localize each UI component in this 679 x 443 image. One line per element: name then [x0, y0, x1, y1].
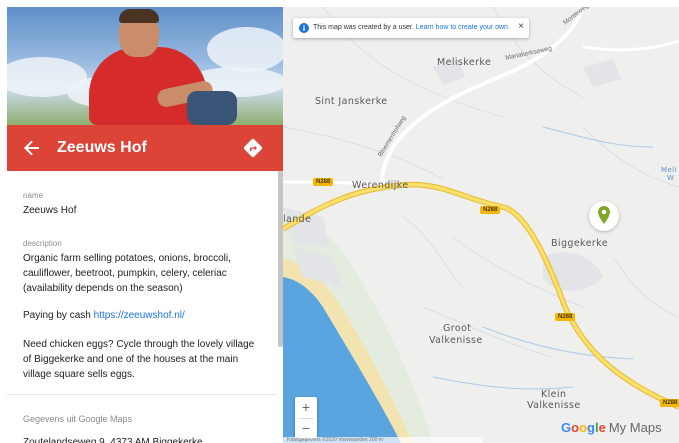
info-icon — [299, 23, 309, 33]
directions-button[interactable] — [243, 138, 263, 158]
town-label: Valkenisse — [527, 400, 581, 411]
google-section-label: Gegevens uit Google Maps — [23, 414, 133, 424]
map-base — [283, 7, 679, 443]
town-label: Sint Janskerke — [315, 96, 388, 107]
place-title-bar: Zeeuws Hof — [7, 125, 283, 171]
description-label: description — [23, 239, 62, 248]
place-details-panel: Zeeuws Hof name Zeeuws Hof description O… — [7, 7, 283, 443]
name-label: name — [23, 191, 44, 200]
map-view[interactable]: Meliskerke Sint Janskerke Werendijke lan… — [283, 7, 679, 443]
place-photo — [7, 7, 283, 125]
google-my-maps-logo: Google My Maps — [561, 420, 662, 435]
my-maps-text: My Maps — [608, 420, 662, 435]
name-value: Zeeuws Hof — [23, 205, 77, 216]
town-label: Werendijke — [352, 180, 409, 191]
zoom-controls: + − — [295, 397, 317, 439]
place-details: name Zeeuws Hof description Organic farm… — [7, 171, 277, 443]
place-marker[interactable] — [589, 201, 619, 231]
map-pin-icon — [598, 206, 610, 224]
user-map-notice: This map was created by a user. Learn ho… — [293, 18, 529, 38]
town-label: W — [667, 174, 675, 182]
town-label: Valkenisse — [429, 335, 483, 346]
website-link[interactable]: https://zeeuwshof.nl/ — [94, 310, 185, 321]
town-label: Meliskerke — [437, 57, 492, 68]
close-notice-button[interactable]: × — [518, 17, 524, 37]
road-shield: N288 — [660, 399, 679, 407]
town-label: Klein — [541, 389, 567, 400]
town-label: Biggekerke — [551, 238, 608, 249]
section-divider — [7, 394, 277, 395]
google-logo-text: Google — [561, 420, 606, 435]
arrow-left-icon — [24, 140, 39, 156]
map-attribution: Kaartgegevens ©2020 Voorwaarden 200 m — [283, 437, 483, 443]
payment-text: Paying by cash — [23, 310, 94, 321]
zoom-out-button[interactable]: − — [295, 418, 317, 439]
town-label: Meli — [661, 166, 677, 174]
notice-text: This map was created by a user. — [313, 24, 416, 31]
town-label: lande — [283, 214, 312, 225]
zoom-in-button[interactable]: + — [295, 397, 317, 418]
town-label: Groot — [443, 323, 472, 334]
road-shield: N288 — [313, 178, 334, 186]
place-title: Zeeuws Hof — [57, 139, 147, 156]
learn-create-link[interactable]: Learn how to create your own. — [416, 24, 510, 31]
back-button[interactable] — [20, 136, 44, 160]
address: Zoutelandseweg 9, 4373 AM Biggekerke — [23, 437, 203, 443]
eggs-text: Need chicken eggs? Cycle through the lov… — [23, 339, 255, 380]
directions-icon — [243, 138, 263, 158]
road-shield: N288 — [480, 206, 501, 214]
description-text: Organic farm selling potatoes, onions, b… — [23, 253, 231, 294]
payment-info: Paying by cash https://zeeuwshof.nl/ — [23, 308, 263, 323]
road-shield: N288 — [555, 313, 576, 321]
